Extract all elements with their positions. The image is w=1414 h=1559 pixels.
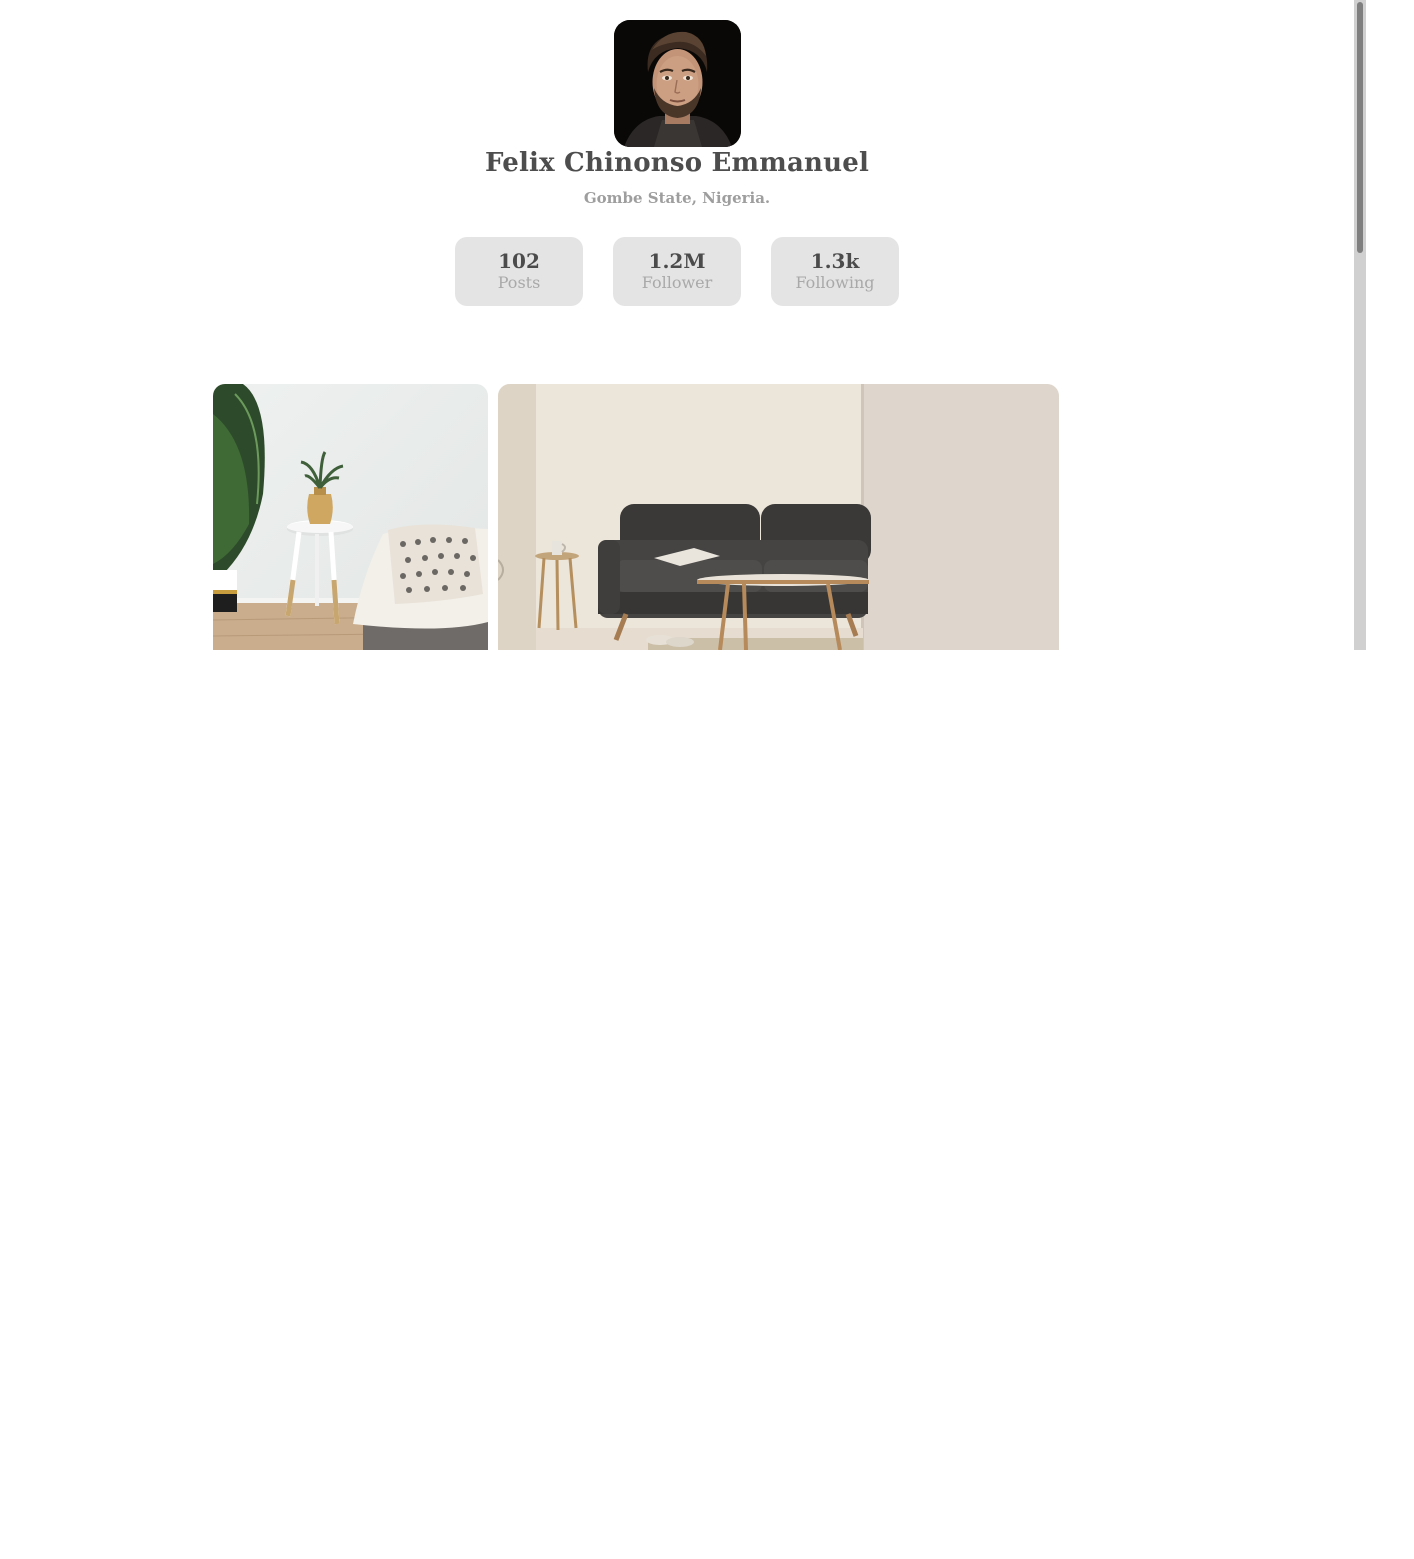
avatar[interactable] bbox=[614, 20, 741, 147]
stat-following-label: Following bbox=[795, 273, 875, 292]
stat-followers[interactable]: 1.2M Follower bbox=[613, 237, 741, 306]
stat-following-value: 1.3k bbox=[810, 249, 860, 273]
profile-name: Felix Chinonso Emmanuel bbox=[484, 148, 870, 178]
post-tile[interactable] bbox=[213, 384, 488, 650]
scrollbar[interactable] bbox=[1354, 0, 1366, 650]
scrollbar-thumb[interactable] bbox=[1357, 2, 1363, 253]
post-tile[interactable] bbox=[498, 384, 1059, 650]
portrait-photo bbox=[614, 20, 741, 147]
profile-location: Gombe State, Nigeria. bbox=[583, 189, 771, 207]
stat-posts-label: Posts bbox=[497, 273, 541, 292]
dark-sofa-coffee-table-photo bbox=[498, 384, 1059, 650]
living-room-plant-side-table-photo bbox=[213, 384, 488, 650]
stat-followers-value: 1.2M bbox=[648, 249, 706, 273]
profile-page: Felix Chinonso Emmanuel Gombe State, Nig… bbox=[0, 0, 1366, 650]
stat-followers-label: Follower bbox=[641, 273, 713, 292]
stat-posts[interactable]: 102 Posts bbox=[455, 237, 583, 306]
stat-posts-value: 102 bbox=[498, 249, 540, 273]
stat-following[interactable]: 1.3k Following bbox=[771, 237, 899, 306]
